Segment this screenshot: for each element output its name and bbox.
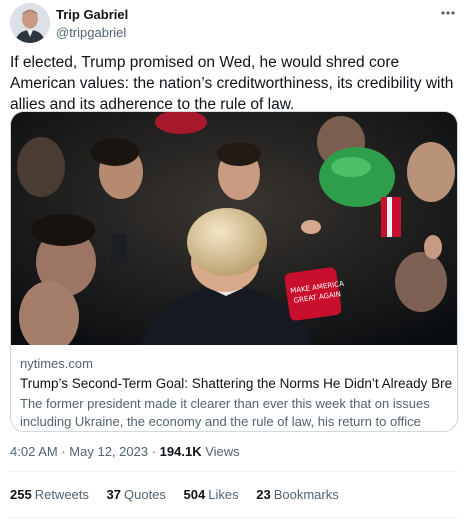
likes-stat[interactable]: 504 Likes: [184, 487, 239, 502]
bookmarks-stat[interactable]: 23 Bookmarks: [256, 487, 339, 502]
date-views-separator: ·: [151, 444, 157, 459]
tweet-header: Trip Gabriel @tripgabriel: [10, 3, 464, 43]
retweets-stat[interactable]: 255 Retweets: [10, 487, 89, 502]
divider-bottom: [8, 517, 458, 518]
author-name[interactable]: Trip Gabriel: [56, 7, 128, 22]
card-meta: nytimes.com Trump’s Second-Term Goal: Sh…: [20, 356, 452, 431]
tweet-text: If elected, Trump promised on Wed, he wo…: [10, 54, 454, 113]
quotes-stat[interactable]: 37 Quotes: [107, 487, 166, 502]
likes-label: Likes: [208, 487, 239, 502]
card-domain: nytimes.com: [20, 356, 93, 371]
time-date-separator: ·: [61, 444, 66, 459]
tweet-date[interactable]: May 12, 2023: [69, 444, 148, 459]
card-description: The former president made it clearer tha…: [20, 396, 430, 429]
avatar[interactable]: [10, 3, 50, 43]
card-title[interactable]: Trump’s Second-Term Goal: Shattering the…: [20, 376, 452, 394]
retweets-count: 255: [10, 487, 32, 502]
author-handle[interactable]: @tripgabriel: [56, 25, 126, 40]
bookmarks-label: Bookmarks: [273, 487, 339, 502]
divider-top: [8, 471, 458, 472]
engagement-stats: 255 Retweets 37 Quotes 504 Likes 23 Bookmark…: [10, 487, 353, 502]
tweet: Trip Gabriel @tripgabriel If elected, Tr…: [0, 0, 474, 528]
views-label: Views: [205, 444, 240, 459]
likes-count: 504: [183, 487, 206, 502]
card-image[interactable]: MAKE AMERICA GREAT AGAIN: [11, 112, 457, 345]
quotes-count: 37: [106, 487, 121, 502]
more-icon[interactable]: [438, 5, 458, 21]
quotes-label: Quotes: [124, 487, 166, 502]
tweet-time[interactable]: 4:02 AM: [10, 444, 58, 459]
views-count: 194.1K: [159, 444, 202, 459]
retweets-label: Retweets: [34, 487, 89, 502]
link-card[interactable]: MAKE AMERICA GREAT AGAIN nytimes.com Tru…: [10, 111, 458, 432]
bookmarks-count: 23: [256, 487, 271, 502]
tweet-timestamp: 4:02 AM · May 12, 2023 · 194.1K Views: [10, 444, 240, 459]
